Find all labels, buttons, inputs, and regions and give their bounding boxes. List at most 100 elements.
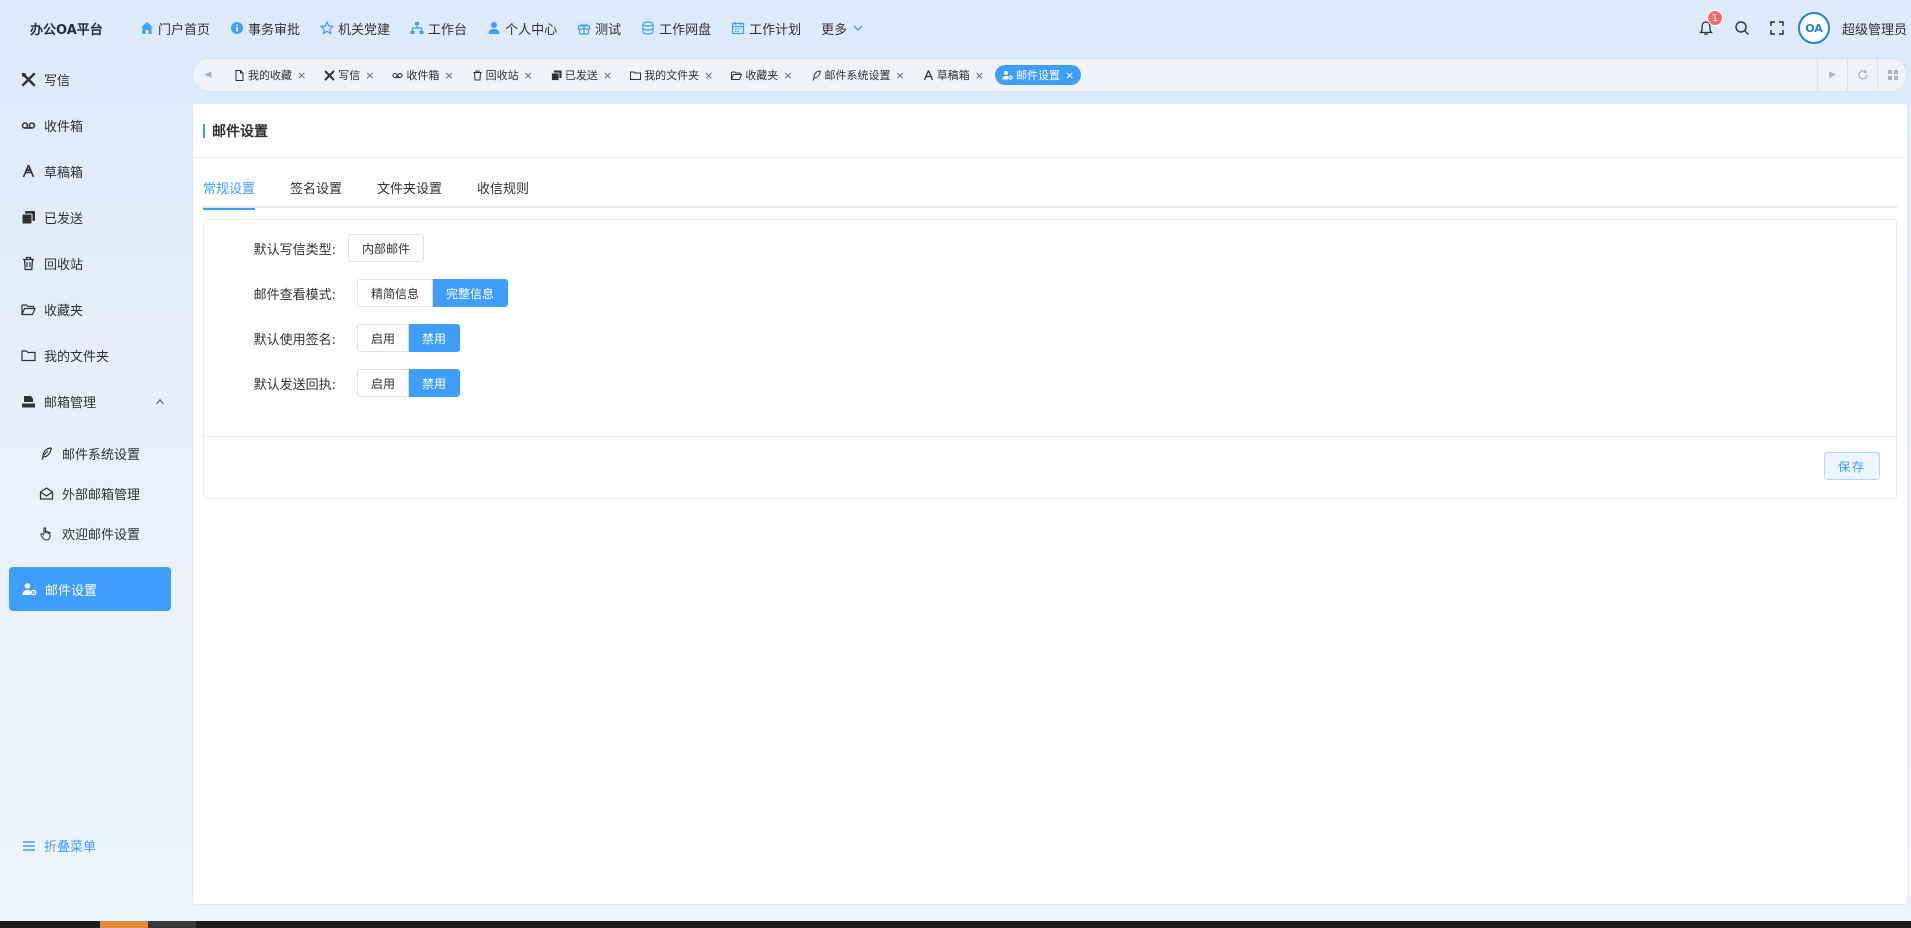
trash-icon — [472, 70, 483, 81]
tab-close-icon[interactable]: × — [365, 69, 374, 82]
tab-inbox[interactable]: 收件箱 × — [385, 65, 460, 85]
tab-compose[interactable]: 写信 × — [317, 65, 381, 85]
tab-close-icon[interactable]: × — [603, 69, 612, 82]
nav-personal-center[interactable]: 个人中心 — [487, 19, 557, 38]
folder-icon — [20, 348, 36, 364]
tab-close-icon[interactable]: × — [297, 69, 306, 82]
sidebar-item-mailbox-management[interactable]: 邮箱管理 — [20, 392, 170, 411]
grid-menu-icon[interactable] — [1877, 59, 1907, 91]
panel-header: 邮件设置 — [193, 104, 1907, 158]
tab-folder-settings[interactable]: 文件夹设置 — [377, 178, 442, 208]
search-icon[interactable] — [1734, 20, 1750, 36]
nav-party-building[interactable]: 机关党建 — [320, 19, 390, 38]
tab-drafts[interactable]: 草稿箱 × — [916, 65, 991, 85]
refresh-icon[interactable] — [1847, 59, 1877, 91]
tab-close-icon[interactable]: × — [975, 69, 984, 82]
trash-icon — [20, 256, 36, 272]
tabs-scroll-right-icon[interactable]: ▶ — [1817, 59, 1847, 91]
use-signature-enable-option[interactable]: 启用 — [357, 324, 410, 352]
tab-close-icon[interactable]: × — [1065, 69, 1074, 82]
folder-open-icon — [731, 70, 743, 81]
tab-close-icon[interactable]: × — [444, 69, 453, 82]
tabs-bar: ◀ 我的收藏 × 写信 × 收件箱 × 回收站 × 已发送 × 我的文件夹 × … — [192, 58, 1908, 92]
nav-work-plan[interactable]: 工作计划 — [731, 19, 801, 38]
nav-test[interactable]: 测试 — [577, 19, 621, 38]
user-cog-icon — [21, 581, 37, 597]
sidebar-item-favorites[interactable]: 收藏夹 — [20, 300, 83, 319]
form-row-use-signature: 默认使用签名: 启用 禁用 — [204, 324, 461, 352]
voicemail-icon — [20, 118, 36, 134]
sidebar-item-welcome-mail[interactable]: 欢迎邮件设置 — [38, 524, 140, 543]
menu-icon — [22, 839, 36, 853]
nav-cloud-drive[interactable]: 工作网盘 — [641, 19, 711, 38]
compose-icon — [20, 72, 36, 88]
nav-more[interactable]: 更多 — [821, 19, 865, 38]
username[interactable]: 超级管理员 — [1842, 19, 1907, 38]
tab-label: 我的收藏 — [248, 69, 292, 82]
default-type-button[interactable]: 内部邮件 — [348, 234, 425, 262]
view-mode-full-option[interactable]: 完整信息 — [433, 279, 509, 307]
collapse-menu-label: 折叠菜单 — [44, 840, 97, 855]
sidebar-item-label: 写信 — [44, 74, 71, 89]
taskbar-segment — [100, 921, 148, 928]
tab-mail-settings[interactable]: 邮件设置 × — [994, 65, 1082, 85]
tab-close-icon[interactable]: × — [704, 69, 713, 82]
tab-close-icon[interactable]: × — [896, 69, 905, 82]
sidebar-item-mail-settings[interactable]: 邮件设置 — [9, 567, 171, 611]
tab-sent[interactable]: 已发送 × — [544, 65, 619, 85]
sidebar-item-compose[interactable]: 写信 — [20, 70, 70, 89]
tab-mail-system-settings[interactable]: 邮件系统设置 × — [804, 65, 912, 85]
tab-label: 邮件设置 — [1015, 69, 1060, 82]
taskbar-segment — [148, 921, 196, 928]
tab-my-favorites[interactable]: 我的收藏 × — [227, 65, 313, 85]
sidebar-item-my-folders[interactable]: 我的文件夹 — [20, 346, 109, 365]
tab-favorites[interactable]: 收藏夹 × — [724, 65, 799, 85]
nav-portal-home[interactable]: 门户首页 — [140, 19, 210, 38]
sidebar-item-drafts[interactable]: 草稿箱 — [20, 162, 83, 181]
tab-receive-rules[interactable]: 收信规则 — [477, 178, 529, 208]
tabs-scroll-left-icon[interactable]: ◀ — [193, 70, 223, 80]
tab-label: 已发送 — [564, 69, 598, 82]
nav-workbench[interactable]: 工作台 — [410, 19, 467, 38]
send-receipt-enable-option[interactable]: 启用 — [357, 369, 410, 397]
use-signature-label: 默认使用签名: — [253, 332, 336, 348]
nav-affairs-approval[interactable]: 事务审批 — [230, 19, 300, 38]
chevron-up-icon — [152, 394, 168, 410]
tab-trash[interactable]: 回收站 × — [465, 65, 540, 85]
sidebar-item-mail-system-settings[interactable]: 邮件系统设置 — [38, 444, 140, 463]
nav-label: 机关党建 — [338, 22, 391, 38]
use-signature-disable-option[interactable]: 禁用 — [409, 324, 461, 352]
sidebar-item-external-mailbox[interactable]: 外部邮箱管理 — [38, 484, 140, 503]
sidebar-item-label: 收藏夹 — [44, 304, 84, 319]
tab-my-folders[interactable]: 我的文件夹 × — [623, 65, 720, 85]
tab-close-icon[interactable]: × — [524, 69, 533, 82]
sidebar-item-label: 邮件设置 — [45, 583, 98, 599]
feather-icon — [38, 446, 54, 462]
notification-badge: 1 — [1706, 10, 1723, 26]
pen-tool-icon — [923, 69, 934, 81]
sidebar-item-trash[interactable]: 回收站 — [20, 254, 83, 273]
nav-label: 门户首页 — [158, 22, 211, 38]
form-row-default-type: 默认写信类型: 内部邮件 — [204, 234, 425, 262]
tab-close-icon[interactable]: × — [783, 69, 792, 82]
sidebar-item-inbox[interactable]: 收件箱 — [20, 116, 83, 135]
tab-label: 收藏夹 — [745, 69, 779, 82]
send-receipt-label: 默认发送回执: — [253, 377, 336, 393]
settings-form: 默认写信类型: 内部邮件 邮件查看模式: 精简信息 完整信息 默认使用签名: 启… — [203, 219, 1897, 499]
collapse-menu-button[interactable]: 折叠菜单 — [22, 836, 96, 855]
tabs-actions: ▶ — [1817, 59, 1907, 91]
tab-general-settings[interactable]: 常规设置 — [203, 178, 256, 210]
fullscreen-icon[interactable] — [1770, 21, 1784, 35]
view-mode-compact-option[interactable]: 精简信息 — [357, 279, 434, 307]
nav-label: 工作计划 — [749, 22, 802, 38]
send-receipt-disable-option[interactable]: 禁用 — [409, 369, 461, 397]
bell-icon[interactable]: 1 — [1698, 10, 1723, 36]
sidebar-item-sent[interactable]: 已发送 — [20, 208, 83, 227]
mail-open-icon — [38, 486, 54, 502]
avatar[interactable]: OA — [1797, 12, 1830, 44]
page-title: 邮件设置 — [212, 123, 268, 140]
tab-signature-settings[interactable]: 签名设置 — [290, 178, 342, 208]
default-type-label: 默认写信类型: — [253, 242, 336, 258]
top-header: 办公OA平台 门户首页 事务审批 机关党建 工作台 个人中心 测试 工作网盘 工… — [0, 6, 1911, 50]
save-button[interactable]: 保存 — [1823, 452, 1880, 480]
